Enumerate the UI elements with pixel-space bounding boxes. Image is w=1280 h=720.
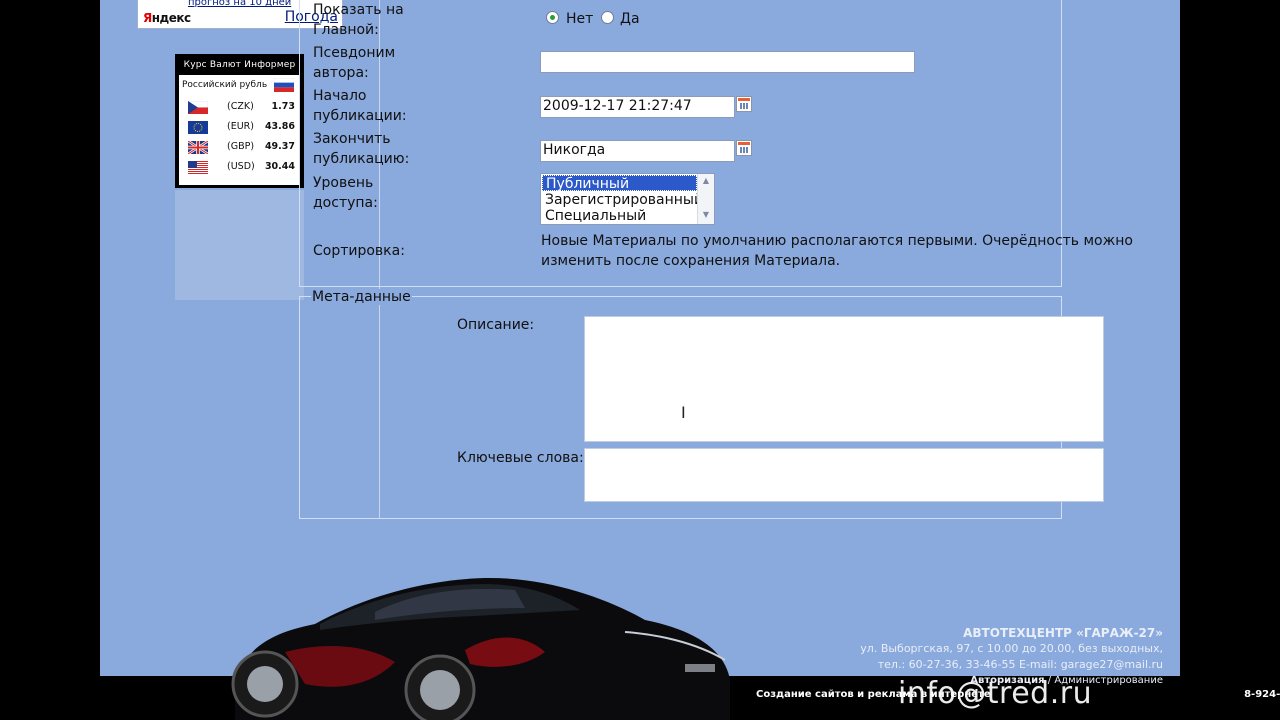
video-letterbox-right — [1180, 0, 1280, 720]
footer-company: АВТОТЕХЦЕНТР «ГАРАЖ-27» — [963, 626, 1163, 640]
access-level-listbox[interactable]: Публичный Зарегистрированный Специальный… — [540, 173, 715, 225]
ghost-frame-overlay — [175, 190, 304, 300]
ordering-label: Сортировка: — [313, 243, 405, 259]
description-label: Описание: — [457, 317, 535, 333]
watermark-email: info@tred.ru — [898, 676, 1093, 711]
currency-row: (CZK) 1.73 — [179, 97, 300, 117]
footer-phones: 8-924-200-4895 — [1244, 689, 1280, 700]
description-textarea[interactable] — [584, 316, 1104, 442]
informer-body: Российский рубль (CZK) 1.73 (EUR) 43.86 … — [179, 75, 300, 185]
currency-rate: 43.86 — [264, 121, 295, 132]
yandex-logo: Яндекс — [143, 11, 191, 25]
video-letterbox-left — [0, 0, 100, 720]
currency-row: (EUR) 43.86 — [179, 117, 300, 137]
access-option-registered[interactable]: Зарегистрированный — [542, 192, 703, 208]
currency-rate: 1.73 — [271, 101, 295, 112]
russia-flag-icon — [274, 78, 294, 92]
show-on-main-label: Показать на Главной: — [313, 2, 404, 38]
keywords-textarea[interactable] — [584, 448, 1104, 502]
radio-no[interactable] — [546, 11, 559, 24]
base-currency-label: Российский рубль — [182, 80, 268, 90]
currency-code: (GBP) — [227, 141, 255, 152]
publish-start-label: Начало публикации: — [313, 88, 407, 124]
keywords-label: Ключевые слова: — [457, 450, 584, 466]
footer-address: ул. Выборгская, 97, с 10.00 до 20.00, бе… — [860, 642, 1163, 655]
forecast-link[interactable]: прогноз на 10 дней — [188, 0, 291, 8]
eu-flag-icon — [188, 121, 208, 134]
car-illustration-icon — [231, 577, 730, 720]
currency-informer: Курс Валют Информер Российский рубль (CZ… — [175, 54, 304, 188]
radio-yes[interactable] — [601, 11, 614, 24]
publish-end-label: Закончить публикацию: — [313, 131, 410, 167]
author-alias-input[interactable] — [540, 51, 915, 73]
currency-code: (EUR) — [227, 121, 254, 132]
radio-yes-label: Да — [620, 11, 640, 27]
currency-rate: 30.44 — [264, 161, 295, 172]
scroll-up-icon[interactable]: ▲ — [701, 176, 711, 185]
usa-flag-icon — [188, 161, 208, 174]
calendar-icon[interactable] — [736, 96, 752, 112]
radio-no-label: Нет — [566, 11, 594, 27]
currency-row: (GBP) 49.37 — [179, 137, 300, 157]
text-cursor-icon: I — [681, 403, 686, 422]
ordering-note: Новые Материалы по умолчанию располагают… — [541, 233, 1133, 269]
currency-code: (CZK) — [227, 101, 254, 112]
currency-rate: 49.37 — [264, 141, 295, 152]
publish-end-input[interactable]: Никогда — [540, 140, 735, 162]
calendar-icon[interactable] — [736, 140, 752, 156]
footer-contacts: тел.: 60-27-36, 33-46-55 E-mail: garage2… — [877, 658, 1163, 671]
author-alias-label: Псевдоним автора: — [313, 45, 396, 81]
publish-start-input[interactable]: 2009-12-17 21:27:47 — [540, 96, 735, 118]
czech-flag-icon — [188, 101, 208, 114]
currency-code: (USD) — [227, 161, 255, 172]
uk-flag-icon — [188, 141, 208, 154]
access-option-public[interactable]: Публичный — [542, 175, 697, 192]
informer-title: Курс Валют Информер — [183, 60, 296, 70]
listbox-scrollbar[interactable]: ▲ ▼ — [697, 174, 714, 224]
currency-row: (USD) 30.44 — [179, 157, 300, 177]
access-option-special[interactable]: Специальный — [542, 208, 646, 224]
meta-legend: Мета-данные — [311, 289, 412, 305]
scroll-down-icon[interactable]: ▼ — [701, 210, 711, 219]
access-level-label: Уровень доступа: — [313, 175, 378, 211]
